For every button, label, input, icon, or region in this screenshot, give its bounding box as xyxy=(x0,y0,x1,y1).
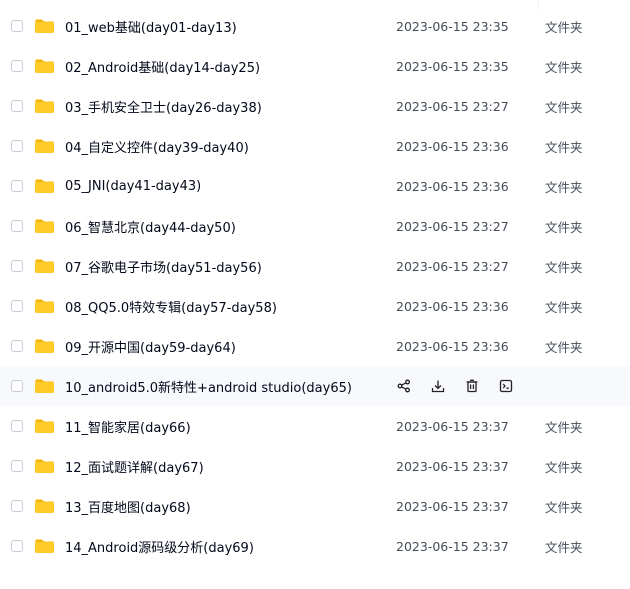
file-row[interactable]: 05_JNI(day41-day43) 2023-06-15 23:36 文件夹 xyxy=(0,166,630,206)
file-row[interactable]: 09_开源中国(day59-day64) 2023-06-15 23:36 文件夹 xyxy=(0,326,630,366)
row-actions xyxy=(395,376,531,396)
file-type: 文件夹 xyxy=(545,459,583,475)
file-type: 文件夹 xyxy=(545,299,583,315)
file-list: 01_web基础(day01-day13) 2023-06-15 23:35 文件夹… xyxy=(0,0,630,589)
column-divider xyxy=(538,0,539,10)
row-checkbox[interactable] xyxy=(11,260,23,272)
file-type: 文件夹 xyxy=(545,499,583,515)
row-checkbox[interactable] xyxy=(11,60,23,72)
row-checkbox[interactable] xyxy=(11,100,23,112)
file-name[interactable]: 05_JNI(day41-day43) xyxy=(65,179,201,194)
file-row[interactable]: 11_智能家居(day66) 2023-06-15 23:37 文件夹 xyxy=(0,406,630,446)
folder-icon xyxy=(34,178,55,194)
row-checkbox[interactable] xyxy=(11,420,23,432)
row-checkbox[interactable] xyxy=(11,180,23,192)
file-modified-date: 2023-06-15 23:37 xyxy=(396,538,509,554)
share-icon[interactable] xyxy=(395,377,413,395)
row-checkbox[interactable] xyxy=(11,540,23,552)
file-name[interactable]: 04_自定义控件(day39-day40) xyxy=(65,137,249,156)
folder-icon xyxy=(34,218,55,234)
file-modified-date: 2023-06-15 23:27 xyxy=(396,98,509,114)
file-modified-date: 2023-06-15 23:36 xyxy=(396,178,509,194)
folder-icon xyxy=(34,538,55,554)
file-row[interactable]: 03_手机安全卫士(day26-day38) 2023-06-15 23:27 文件… xyxy=(0,86,630,126)
row-checkbox[interactable] xyxy=(11,220,23,232)
file-name[interactable]: 07_谷歌电子市场(day51-day56) xyxy=(65,257,262,276)
file-type: 文件夹 xyxy=(545,139,583,155)
file-modified-date: 2023-06-15 23:35 xyxy=(396,18,509,34)
file-type: 文件夹 xyxy=(545,179,583,195)
row-checkbox[interactable] xyxy=(11,380,23,392)
file-type: 文件夹 xyxy=(545,59,583,75)
file-row[interactable]: 13_百度地图(day68) 2023-06-15 23:37 文件夹 xyxy=(0,486,630,526)
row-checkbox[interactable] xyxy=(11,500,23,512)
file-row[interactable]: 06_智慧北京(day44-day50) 2023-06-15 23:27 文件夹 xyxy=(0,206,630,246)
folder-icon xyxy=(34,418,55,434)
file-modified-date: 2023-06-15 23:37 xyxy=(396,418,509,434)
row-checkbox[interactable] xyxy=(11,20,23,32)
file-name[interactable]: 12_面试题详解(day67) xyxy=(65,457,204,476)
file-modified-date: 2023-06-15 23:37 xyxy=(396,498,509,514)
folder-icon xyxy=(34,338,55,354)
file-modified-date: 2023-06-15 23:36 xyxy=(396,298,509,314)
file-modified-date: 2023-06-15 23:37 xyxy=(396,458,509,474)
file-row[interactable]: 04_自定义控件(day39-day40) 2023-06-15 23:36 文件夹 xyxy=(0,126,630,166)
folder-icon xyxy=(34,378,55,394)
row-checkbox[interactable] xyxy=(11,340,23,352)
folder-icon xyxy=(34,58,55,74)
file-type: 文件夹 xyxy=(545,539,583,555)
file-row[interactable]: 07_谷歌电子市场(day51-day56) 2023-06-15 23:27 文件… xyxy=(0,246,630,286)
file-modified-date: 2023-06-15 23:35 xyxy=(396,58,509,74)
file-row[interactable]: 10_android5.0新特性+android studio(day65) xyxy=(0,366,630,406)
file-modified-date: 2023-06-15 23:27 xyxy=(396,218,509,234)
file-row[interactable]: 01_web基础(day01-day13) 2023-06-15 23:35 文件夹 xyxy=(0,6,630,46)
delete-icon[interactable] xyxy=(463,377,481,395)
folder-icon xyxy=(34,138,55,154)
folder-icon xyxy=(34,298,55,314)
folder-icon xyxy=(34,458,55,474)
file-modified-date: 2023-06-15 23:36 xyxy=(396,338,509,354)
row-checkbox[interactable] xyxy=(11,460,23,472)
file-row[interactable]: 08_QQ5.0特效专辑(day57-day58) 2023-06-15 23:3… xyxy=(0,286,630,326)
file-type: 文件夹 xyxy=(545,419,583,435)
folder-icon xyxy=(34,18,55,34)
file-name[interactable]: 10_android5.0新特性+android studio(day65) xyxy=(65,377,352,396)
file-modified-date: 2023-06-15 23:27 xyxy=(396,258,509,274)
folder-icon xyxy=(34,98,55,114)
file-row[interactable]: 12_面试题详解(day67) 2023-06-15 23:37 文件夹 xyxy=(0,446,630,486)
file-name[interactable]: 02_Android基础(day14-day25) xyxy=(65,57,260,76)
file-type: 文件夹 xyxy=(545,19,583,35)
file-name[interactable]: 09_开源中国(day59-day64) xyxy=(65,337,236,356)
file-type: 文件夹 xyxy=(545,339,583,355)
file-modified-date: 2023-06-15 23:36 xyxy=(396,138,509,154)
file-name[interactable]: 13_百度地图(day68) xyxy=(65,497,191,516)
file-name[interactable]: 06_智慧北京(day44-day50) xyxy=(65,217,236,236)
file-type: 文件夹 xyxy=(545,219,583,235)
row-checkbox[interactable] xyxy=(11,140,23,152)
file-row[interactable]: 14_Android源码级分析(day69) 2023-06-15 23:37 文件… xyxy=(0,526,630,566)
folder-icon xyxy=(34,498,55,514)
folder-icon xyxy=(34,258,55,274)
file-name[interactable]: 08_QQ5.0特效专辑(day57-day58) xyxy=(65,297,277,316)
file-type: 文件夹 xyxy=(545,99,583,115)
file-name[interactable]: 11_智能家居(day66) xyxy=(65,417,191,436)
file-name[interactable]: 01_web基础(day01-day13) xyxy=(65,17,237,36)
file-type: 文件夹 xyxy=(545,259,583,275)
file-row[interactable]: 02_Android基础(day14-day25) 2023-06-15 23:3… xyxy=(0,46,630,86)
row-checkbox[interactable] xyxy=(11,300,23,312)
more-icon[interactable] xyxy=(497,377,515,395)
file-name[interactable]: 14_Android源码级分析(day69) xyxy=(65,537,254,556)
download-icon[interactable] xyxy=(429,377,447,395)
file-name[interactable]: 03_手机安全卫士(day26-day38) xyxy=(65,97,262,116)
